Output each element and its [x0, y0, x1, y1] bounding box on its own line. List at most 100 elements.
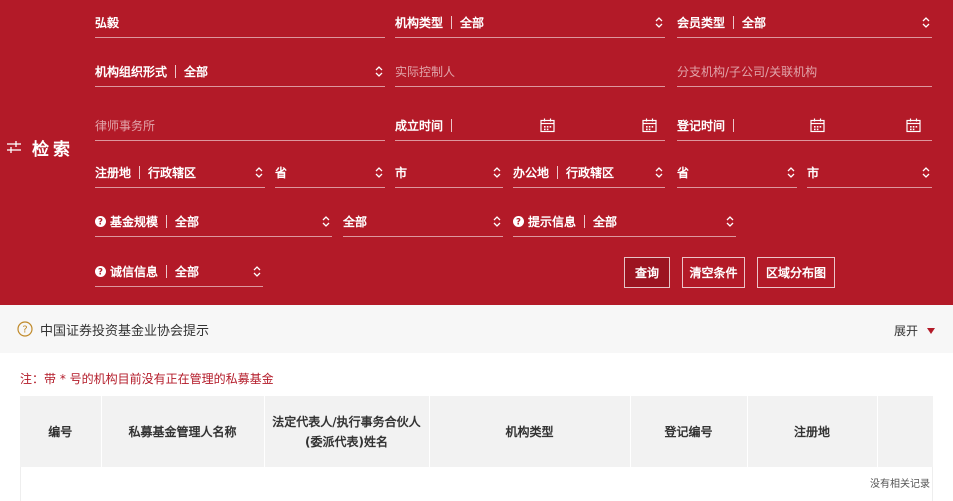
office-province-select[interactable]: 省: [677, 158, 797, 188]
reg-city-value: 市: [395, 166, 408, 180]
controller-placeholder: 实际控制人: [395, 65, 456, 79]
search-title: 检索: [6, 136, 74, 160]
column-header-legal-rep[interactable]: 法定代表人/执行事务合伙人 (委派代表)姓名: [264, 396, 430, 467]
integrity-select[interactable]: ? 诚信信息 全部: [95, 257, 263, 287]
founded-date-range[interactable]: 成立时间: [395, 111, 665, 141]
question-circle-icon: ?: [513, 216, 524, 227]
office-region-select[interactable]: 办公地 行政辖区: [513, 158, 665, 188]
law-firm-placeholder: 律师事务所: [95, 119, 156, 133]
hint-info-value: 全部: [593, 215, 618, 229]
expand-label: 展开: [893, 324, 918, 338]
sort-arrows-icon: [726, 216, 734, 227]
org-type-value: 全部: [460, 16, 485, 30]
office-place-label: 办公地: [513, 166, 550, 180]
org-form-value: 全部: [184, 65, 209, 79]
branch-placeholder: 分支机构/子公司/关联机构: [677, 65, 818, 79]
reg-province-select[interactable]: 省: [275, 158, 385, 188]
office-region-value: 行政辖区: [566, 166, 615, 180]
reg-province-value: 省: [275, 166, 288, 180]
column-header-registration-no[interactable]: 登记编号: [630, 396, 748, 467]
divider: [175, 65, 177, 78]
integrity-label: 诚信信息: [110, 265, 159, 279]
region-map-button[interactable]: 区域分布图: [757, 257, 835, 288]
divider: [557, 166, 559, 179]
calendar-icon[interactable]: [540, 118, 555, 133]
svg-text:?: ?: [22, 325, 27, 336]
calendar-icon[interactable]: [810, 118, 825, 133]
sort-arrows-icon: [375, 167, 383, 178]
sort-arrows-icon: [493, 216, 501, 227]
divider: [451, 119, 453, 132]
svg-text:?: ?: [98, 218, 103, 227]
sort-arrows-icon: [787, 167, 795, 178]
org-name-input[interactable]: 弘毅: [95, 8, 385, 38]
question-circle-icon: ?: [17, 321, 33, 337]
controller-input[interactable]: 实际控制人: [395, 57, 665, 87]
org-form-label: 机构组织形式: [95, 65, 168, 79]
member-type-label: 会员类型: [677, 16, 726, 30]
notice-text: 中国证券投资基金业协会提示: [40, 324, 210, 339]
office-city-value: 市: [807, 166, 820, 180]
law-firm-input[interactable]: 律师事务所: [95, 111, 385, 141]
fund-scale-secondary-select[interactable]: 全部: [343, 207, 503, 237]
divider: [451, 16, 453, 29]
sort-arrows-icon: [375, 66, 383, 77]
question-circle-icon: ?: [95, 216, 106, 227]
founded-label: 成立时间: [395, 119, 444, 133]
member-type-value: 全部: [742, 16, 767, 30]
column-header-org-type[interactable]: 机构类型: [429, 396, 631, 467]
divider: [584, 215, 586, 228]
org-name-value: 弘毅: [95, 16, 120, 30]
reg-region-value: 行政辖区: [148, 166, 197, 180]
note-text: 注：带 * 号的机构目前没有正在管理的私募基金: [20, 372, 274, 386]
results-table: 编号 私募基金管理人名称 法定代表人/执行事务合伙人 (委派代表)姓名 机构类型 …: [20, 396, 933, 467]
office-city-select[interactable]: 市: [807, 158, 932, 188]
org-type-label: 机构类型: [395, 16, 444, 30]
sort-arrows-icon: [322, 216, 330, 227]
hint-info-select[interactable]: ? 提示信息 全部: [513, 207, 736, 237]
search-panel: 检索 弘毅 机构类型 全部 会员类型 全部 机构组织形式 全部 实际控制人 分支…: [0, 0, 953, 305]
column-header-registered-place[interactable]: 注册地: [747, 396, 878, 467]
svg-text:?: ?: [516, 218, 521, 227]
org-type-select[interactable]: 机构类型 全部: [395, 8, 665, 38]
filter-icon: [7, 141, 21, 153]
org-form-select[interactable]: 机构组织形式 全部: [95, 57, 385, 87]
fund-scale-value: 全部: [175, 215, 200, 229]
sort-arrows-icon: [922, 167, 930, 178]
empty-row: 没有相关记录: [20, 467, 933, 501]
divider: [139, 166, 141, 179]
column-header-number[interactable]: 编号: [20, 396, 102, 467]
column-header-extra: [877, 396, 933, 467]
question-circle-icon: ?: [95, 266, 106, 277]
query-button[interactable]: 查询: [624, 257, 670, 288]
integrity-value: 全部: [175, 265, 200, 279]
registered-date-range[interactable]: 登记时间: [677, 111, 932, 141]
registered-label: 登记时间: [677, 119, 726, 133]
reg-city-select[interactable]: 市: [395, 158, 503, 188]
expand-button[interactable]: 展开: [894, 322, 935, 339]
fund-scale-secondary-value: 全部: [343, 215, 368, 229]
calendar-icon[interactable]: [906, 118, 921, 133]
legal-rep-line2: (委派代表)姓名: [305, 434, 388, 449]
sort-arrows-icon: [655, 17, 663, 28]
svg-text:?: ?: [98, 268, 103, 277]
member-type-select[interactable]: 会员类型 全部: [677, 8, 932, 38]
reg-region-select[interactable]: 注册地 行政辖区: [95, 158, 265, 188]
clear-conditions-button[interactable]: 清空条件: [682, 257, 745, 288]
calendar-icon[interactable]: [642, 118, 657, 133]
column-header-manager-name[interactable]: 私募基金管理人名称: [101, 396, 265, 467]
sort-arrows-icon: [255, 167, 263, 178]
divider: [166, 265, 168, 278]
divider: [166, 215, 168, 228]
divider: [733, 119, 735, 132]
branch-input[interactable]: 分支机构/子公司/关联机构: [677, 57, 932, 87]
table-header-row: 编号 私募基金管理人名称 法定代表人/执行事务合伙人 (委派代表)姓名 机构类型 …: [20, 396, 933, 467]
sort-arrows-icon: [253, 266, 261, 277]
sort-arrows-icon: [493, 167, 501, 178]
reg-place-label: 注册地: [95, 166, 132, 180]
sort-arrows-icon: [922, 17, 930, 28]
divider: [733, 16, 735, 29]
caret-down-icon: [927, 327, 935, 334]
fund-scale-select[interactable]: ? 基金规模 全部: [95, 207, 332, 237]
office-province-value: 省: [677, 166, 690, 180]
